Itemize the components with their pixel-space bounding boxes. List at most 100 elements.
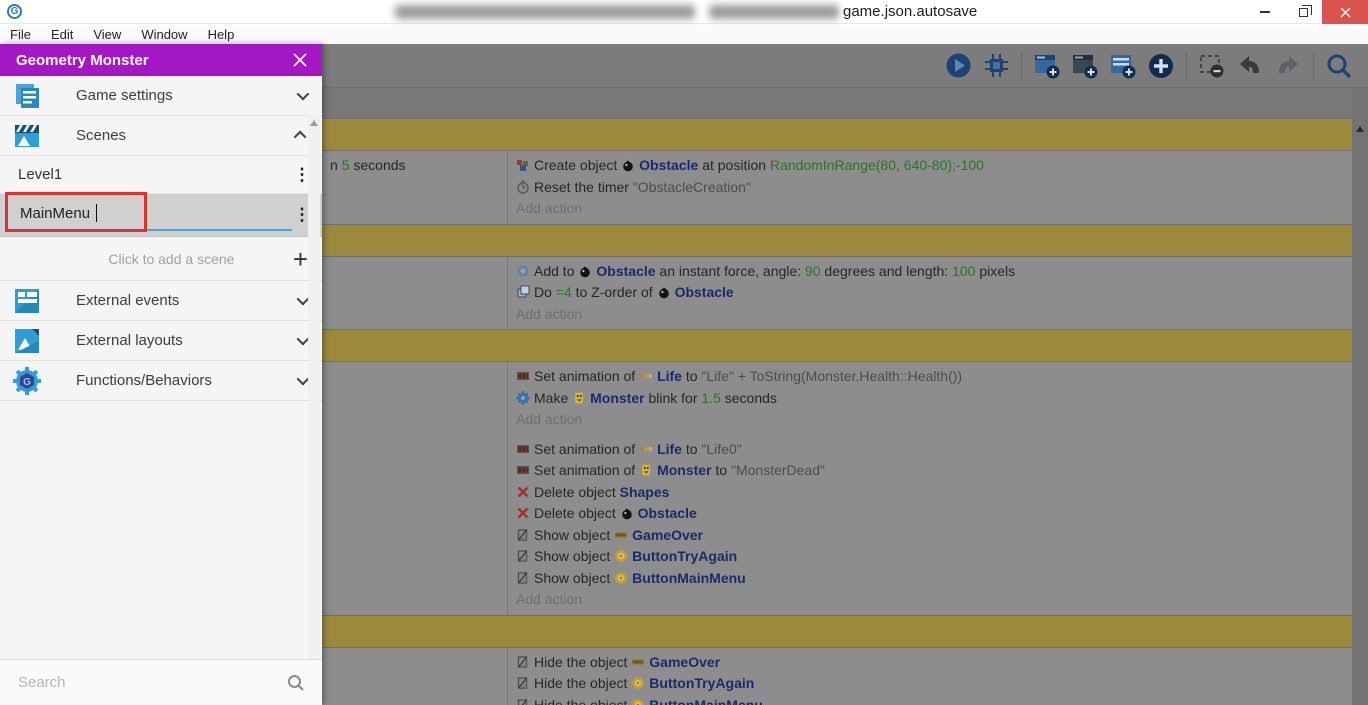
close-panel-icon[interactable] — [292, 52, 308, 68]
obstacle-icon — [578, 264, 592, 278]
menu-item-view[interactable]: View — [91, 27, 131, 42]
event-instruction[interactable]: Delete object Obstacle — [516, 503, 1348, 525]
object-name: GameOver — [632, 526, 703, 543]
redo-button[interactable] — [1273, 51, 1303, 81]
event-instruction[interactable]: Set animation of Life to "Life" + ToStri… — [516, 366, 1348, 388]
instruction-text: seconds — [349, 157, 406, 173]
parameter-value: =4 — [555, 284, 572, 300]
search-events-button[interactable] — [1324, 51, 1354, 81]
event-instruction[interactable]: Set animation of Monster to "MonsterDead… — [516, 460, 1348, 482]
debug-button[interactable] — [981, 51, 1011, 81]
instruction-text: Delete object — [534, 483, 620, 500]
menu-item-edit[interactable]: Edit — [49, 27, 83, 42]
create-object-icon — [516, 158, 530, 172]
add-other-button[interactable] — [1146, 51, 1176, 81]
event-instruction[interactable]: Reset the timer "ObstacleCreation" — [516, 177, 1348, 199]
parameter-value: 1.5 — [701, 389, 721, 406]
add-event-icon — [1035, 54, 1060, 78]
event-instruction[interactable]: Add to Obstacle an instant force, angle:… — [516, 261, 1348, 283]
add-action-link[interactable]: Add action — [516, 304, 1348, 326]
scene-name: Level1 — [18, 166, 63, 183]
parameter-value: RandomInRange(80, 640-80);-100 — [769, 157, 984, 173]
minimize-icon — [1260, 11, 1270, 13]
sidebar-item-label: External layouts — [76, 332, 183, 349]
sidebar-item-scenes[interactable]: Scenes — [0, 116, 322, 156]
event-instruction[interactable]: Make Monster blink for 1.5 seconds — [516, 388, 1348, 410]
add-action-link[interactable]: Add action — [516, 198, 1348, 220]
actions-cell[interactable]: Add to Obstacle an instant force, angle:… — [508, 257, 1352, 330]
close-button[interactable] — [1322, 0, 1368, 24]
undo-icon — [1240, 55, 1259, 73]
actions-cell[interactable]: Set animation of Life to "Life0" Set anim… — [508, 435, 1352, 615]
event-instruction[interactable]: Create object Obstacle at position Rando… — [516, 155, 1348, 177]
instruction-text: "MonsterDead" — [730, 462, 825, 478]
z-order-icon — [516, 285, 530, 299]
add-event-button[interactable] — [1032, 51, 1062, 81]
scroll-up-icon — [1356, 126, 1364, 132]
animation-icon — [516, 369, 530, 383]
instruction-text: to — [681, 368, 702, 384]
add-action-link[interactable]: Add action — [516, 589, 1348, 611]
obstacle-icon — [620, 506, 634, 520]
instruction-text: Make — [534, 389, 573, 406]
sidebar-item-external-events[interactable]: External events — [0, 281, 322, 321]
redacted-segment — [709, 5, 839, 19]
menu-item-file[interactable]: File — [8, 27, 41, 42]
event-instruction[interactable]: Do =4 to Z-order of Obstacle — [516, 282, 1348, 304]
sidebar-item-external-layouts[interactable]: External layouts — [0, 321, 322, 361]
delete-event-button[interactable] — [1197, 51, 1227, 81]
actions-cell[interactable]: Create object Obstacle at position Rando… — [508, 151, 1352, 224]
delete-icon — [516, 506, 530, 520]
event-instruction[interactable]: Show object ButtonMainMenu — [516, 568, 1348, 590]
redacted-segment — [395, 5, 695, 19]
actions-cell[interactable]: Set animation of Life to "Life" + ToStri… — [508, 362, 1352, 435]
object-name: ButtonMainMenu — [632, 569, 746, 586]
event-instruction[interactable]: Hide the object ButtonMainMenu — [516, 695, 1348, 705]
scene-rename-input[interactable] — [8, 199, 292, 231]
close-icon — [1340, 7, 1350, 17]
instruction-text: Show object — [534, 569, 615, 586]
search-input[interactable] — [18, 674, 286, 691]
event-instruction[interactable]: Show object ButtonTryAgain — [516, 546, 1348, 568]
scene-item-mainmenu-editing[interactable]: ⋮ — [0, 192, 322, 237]
add-action-link[interactable]: Add action — [516, 409, 1348, 431]
minimize-button[interactable] — [1246, 0, 1284, 24]
actions-cell[interactable]: Hide the object GameOver Hide the object … — [508, 648, 1352, 705]
menu-item-help[interactable]: Help — [206, 27, 245, 42]
visibility-icon — [516, 549, 530, 563]
undo-button[interactable] — [1235, 51, 1265, 81]
event-instruction[interactable]: Delete object Shapes — [516, 482, 1348, 504]
svg-text:G: G — [23, 377, 31, 388]
add-comment-button[interactable] — [1108, 51, 1138, 81]
external-layouts-icon — [12, 326, 42, 356]
text-caret — [96, 204, 97, 222]
object-name: Life — [657, 368, 682, 384]
visibility-icon — [516, 571, 530, 585]
instruction-text: to Z-order of — [571, 284, 657, 300]
instruction-text: degrees and length: — [820, 262, 953, 279]
event-instruction[interactable]: Hide the object GameOver — [516, 652, 1348, 674]
event-instruction[interactable]: Hide the object ButtonTryAgain — [516, 673, 1348, 695]
add-scene-row[interactable]: Click to add a scene + — [0, 237, 322, 281]
monster-icon — [572, 391, 586, 405]
add-other-icon — [1149, 53, 1173, 78]
menu-item-window[interactable]: Window — [139, 27, 197, 42]
sidebar-item-game-settings[interactable]: Game settings — [0, 76, 322, 116]
event-instruction[interactable]: Set animation of Life to "Life0" — [516, 439, 1348, 461]
event-sheet-scrollbar[interactable] — [1352, 88, 1368, 705]
scene-item-level1[interactable]: Level1 ⋮ — [0, 156, 322, 194]
drawer-scrollbar[interactable] — [308, 114, 320, 684]
visibility-icon — [516, 655, 530, 669]
sidebar-item-functions-behaviors[interactable]: G Functions/Behaviors — [0, 361, 322, 401]
maximize-button[interactable] — [1284, 0, 1322, 24]
add-subevent-icon — [1073, 54, 1098, 78]
event-instruction[interactable]: n 5 seconds — [330, 155, 501, 177]
visibility-icon — [516, 698, 530, 705]
preview-play-button[interactable] — [943, 51, 973, 81]
force-icon — [516, 264, 530, 278]
add-subevent-button[interactable] — [1070, 51, 1100, 81]
menubar: File Edit View Window Help — [0, 25, 1368, 44]
event-instruction[interactable]: Show object GameOver — [516, 525, 1348, 547]
instruction-text: Set animation of — [534, 462, 640, 478]
search-icon[interactable] — [286, 673, 306, 693]
